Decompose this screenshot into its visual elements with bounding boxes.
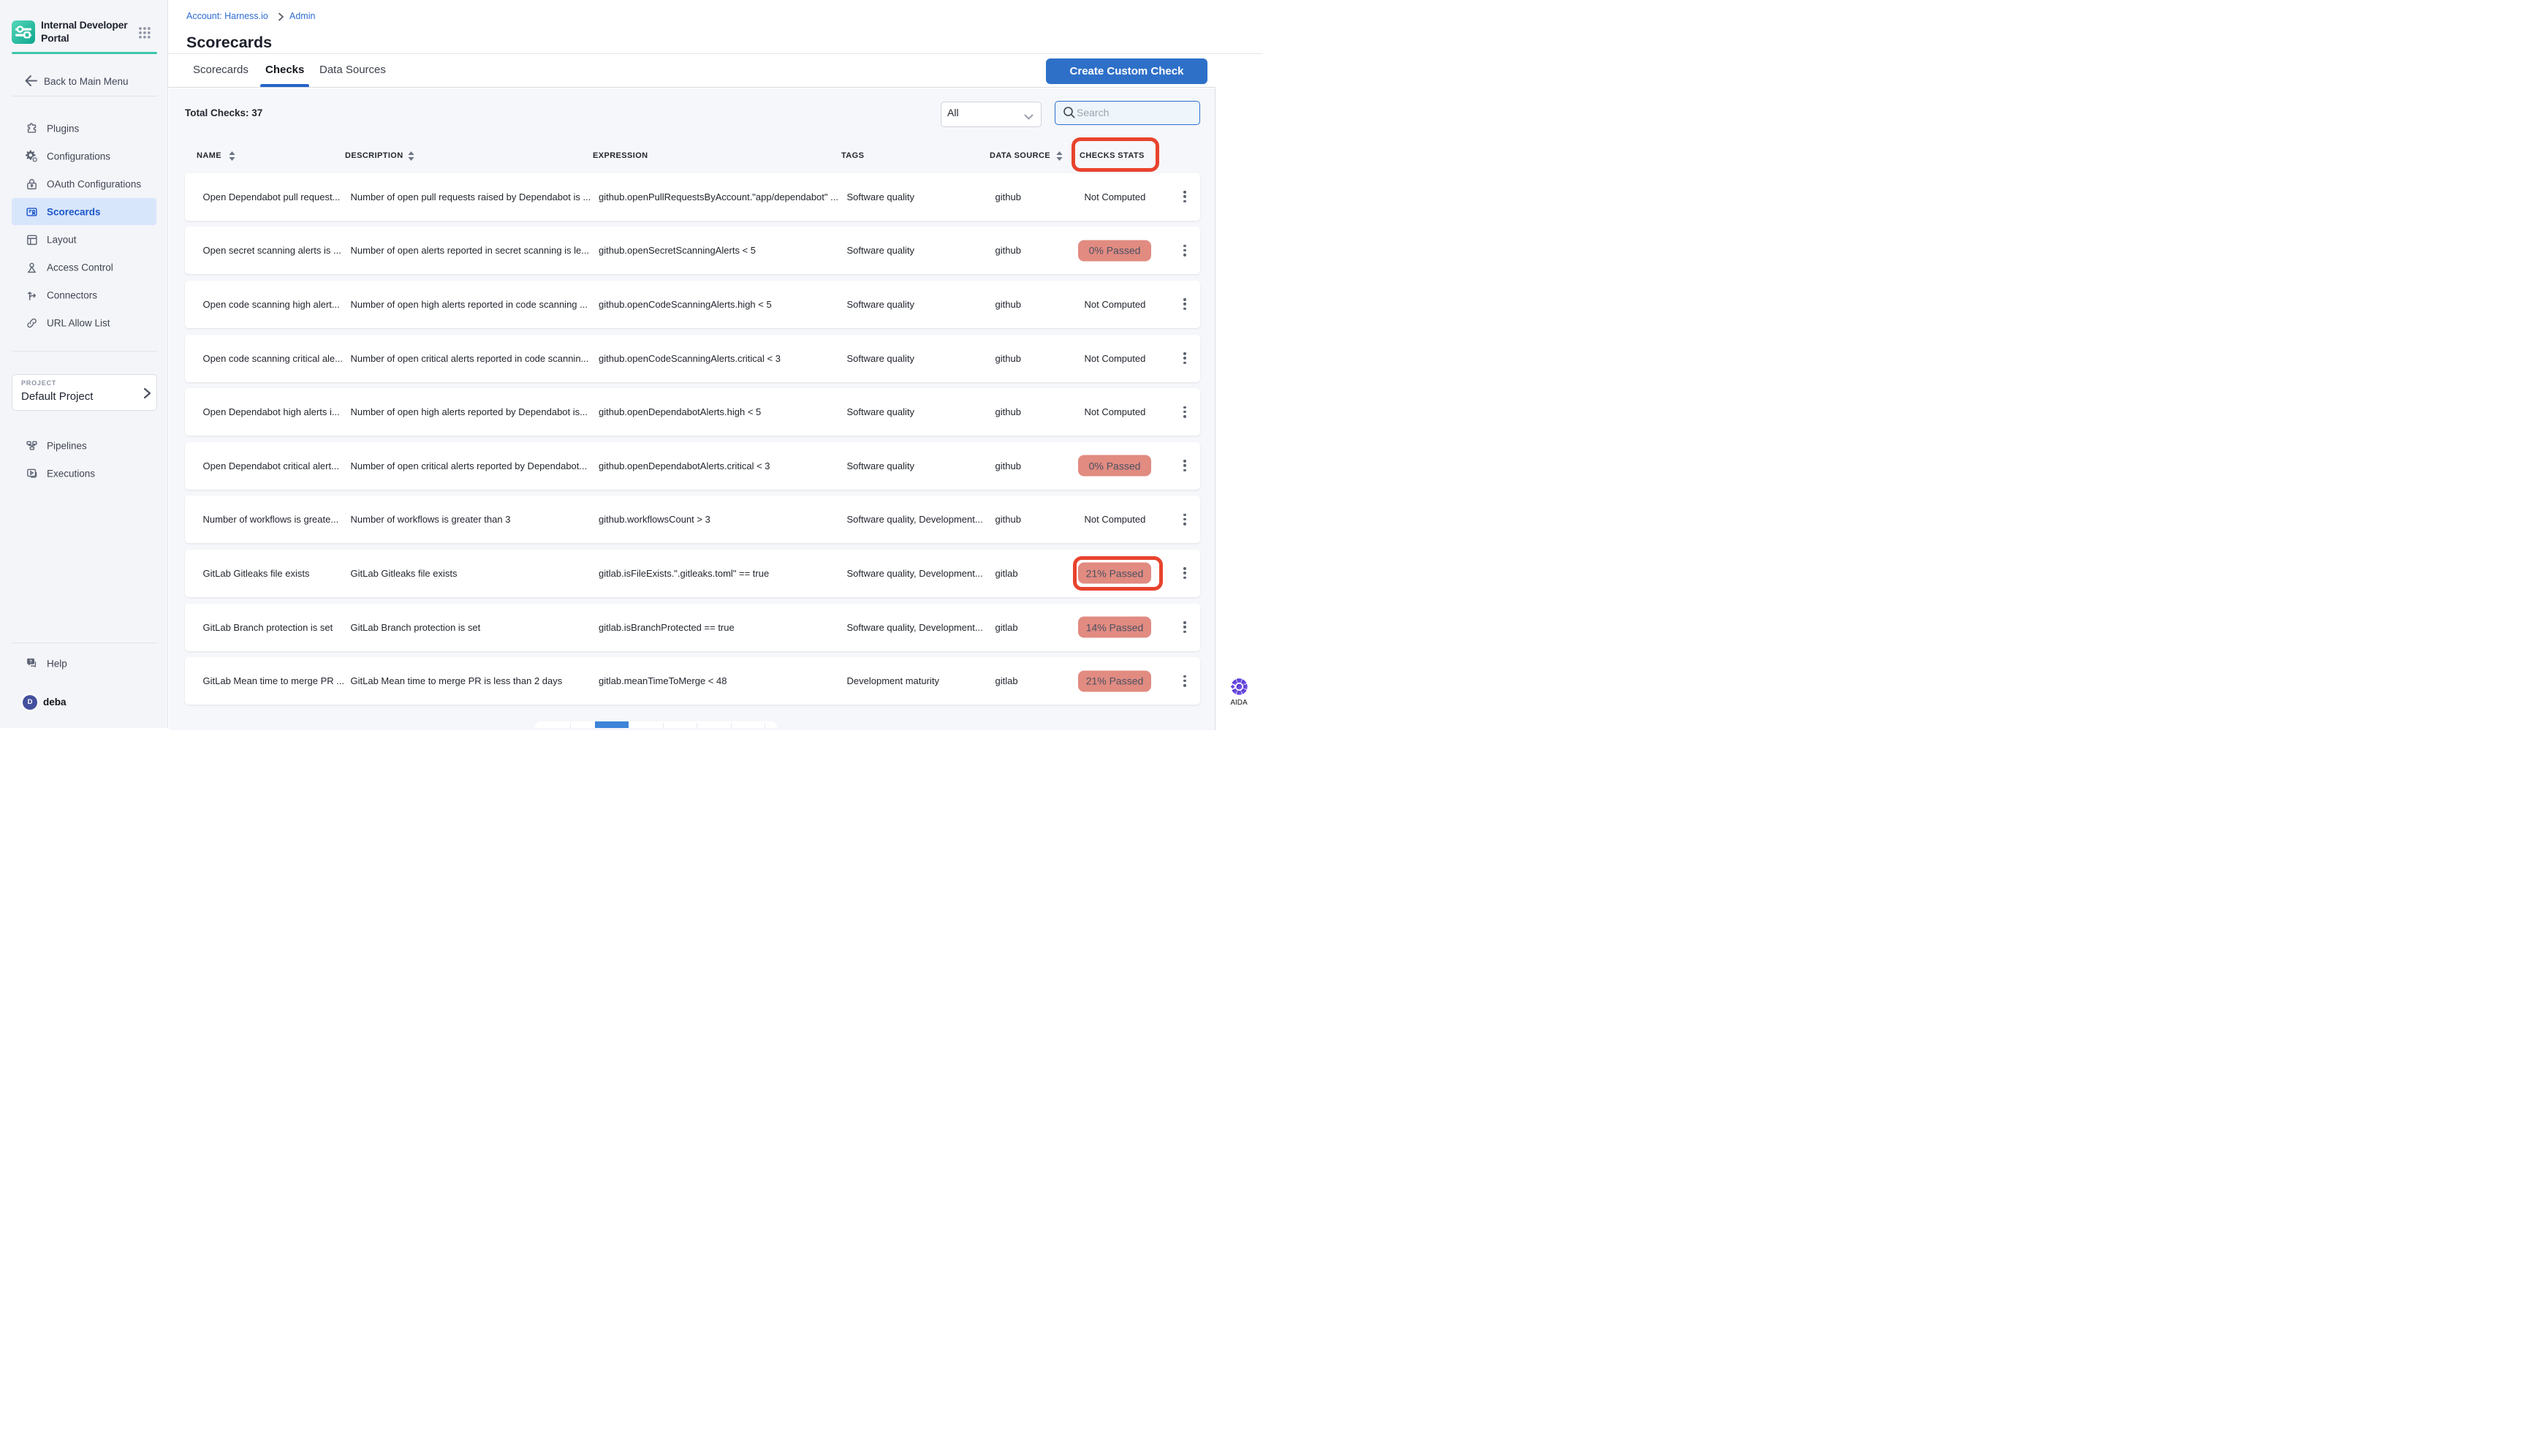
svg-text:?: ? [29, 659, 32, 664]
